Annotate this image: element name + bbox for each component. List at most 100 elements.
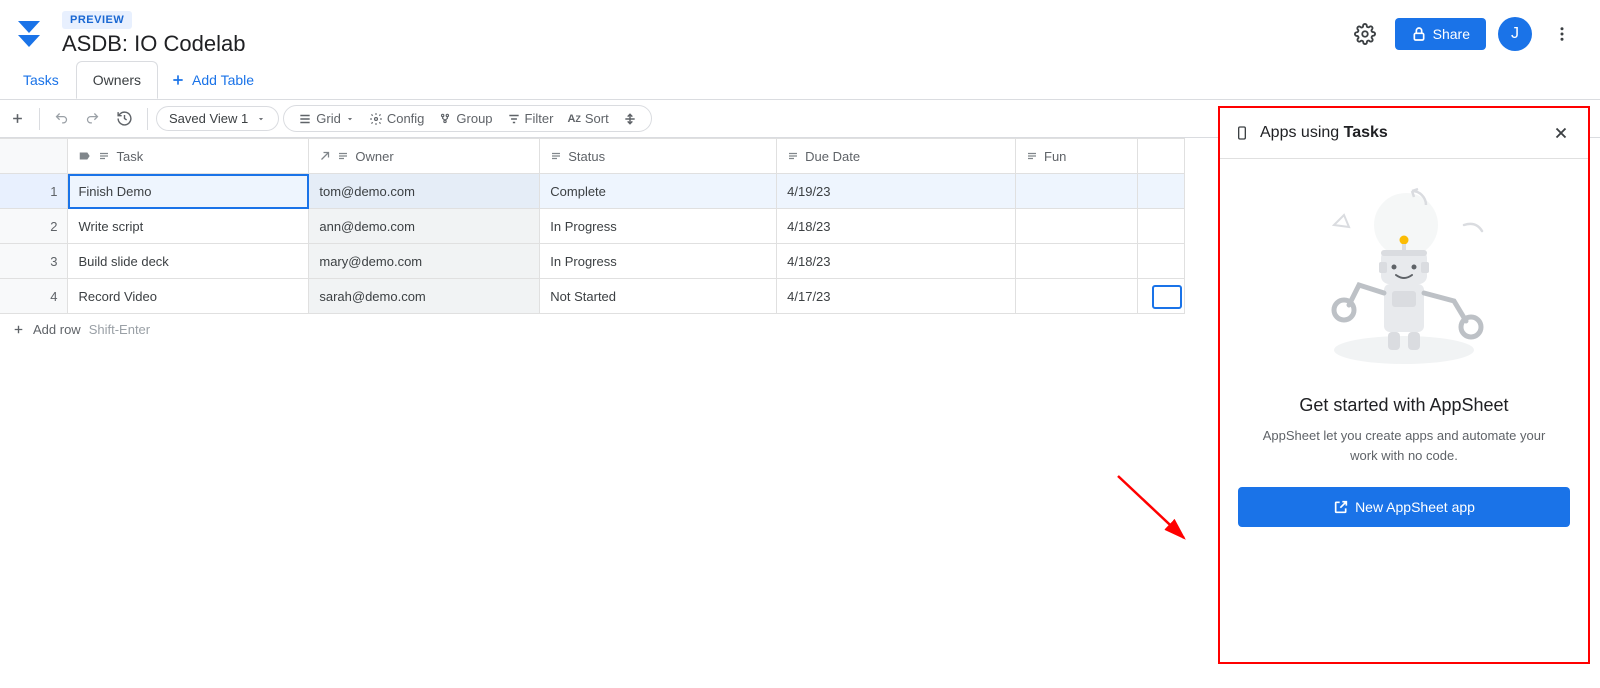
header-status[interactable]: Status	[540, 139, 777, 174]
list-icon	[298, 112, 312, 126]
new-appsheet-app-button[interactable]: New AppSheet app	[1238, 487, 1570, 527]
close-icon	[1552, 124, 1570, 142]
cell-fun[interactable]	[1016, 174, 1138, 209]
filter-icon	[507, 112, 521, 126]
cell-owner[interactable]: sarah@demo.com	[309, 279, 540, 314]
cell-extra[interactable]	[1137, 174, 1184, 209]
title-section: PREVIEW ASDB: IO Codelab	[62, 11, 1347, 57]
cell-status[interactable]: In Progress	[540, 244, 777, 279]
table-row[interactable]: 1 Finish Demo tom@demo.com Complete 4/19…	[0, 174, 1185, 209]
panel-title: Apps using Tasks	[1260, 124, 1538, 142]
gear-icon	[369, 112, 383, 126]
sort-az-icon: AZ	[567, 113, 580, 125]
plus-icon	[170, 72, 186, 88]
more-vert-icon	[1553, 25, 1571, 43]
app-header: PREVIEW ASDB: IO Codelab Share J	[0, 0, 1600, 60]
table-row[interactable]: 3 Build slide deck mary@demo.com In Prog…	[0, 244, 1185, 279]
panel-body: Get started with AppSheet AppSheet let y…	[1220, 159, 1588, 662]
text-icon	[337, 150, 349, 162]
apps-panel: Apps using Tasks	[1218, 106, 1590, 664]
close-panel-button[interactable]	[1548, 120, 1574, 146]
text-icon	[98, 150, 110, 162]
plus-icon	[12, 323, 25, 336]
share-button[interactable]: Share	[1395, 18, 1486, 50]
cell-status[interactable]: Not Started	[540, 279, 777, 314]
text-icon	[550, 150, 562, 162]
cell-fun[interactable]	[1016, 244, 1138, 279]
row-height-icon	[623, 112, 637, 126]
cell-task[interactable]: Write script	[68, 209, 309, 244]
tab-tasks[interactable]: Tasks	[6, 61, 76, 99]
annotation-arrow-icon	[1112, 470, 1202, 560]
header-actions: Share J	[1347, 16, 1580, 52]
row-number[interactable]: 2	[0, 209, 68, 244]
table-row[interactable]: 2 Write script ann@demo.com In Progress …	[0, 209, 1185, 244]
table-row[interactable]: 4 Record Video sarah@demo.com Not Starte…	[0, 279, 1185, 314]
add-table-button[interactable]: Add Table	[170, 72, 254, 88]
add-record-button[interactable]	[4, 107, 31, 130]
cell-extra[interactable]	[1137, 209, 1184, 244]
cell-owner[interactable]: ann@demo.com	[309, 209, 540, 244]
group-icon	[438, 112, 452, 126]
separator	[39, 108, 40, 130]
cell-task[interactable]: Build slide deck	[68, 244, 309, 279]
cell-duedate[interactable]: 4/19/23	[777, 174, 1016, 209]
row-number[interactable]: 1	[0, 174, 68, 209]
plus-icon	[10, 111, 25, 126]
robot-illustration-icon	[1304, 185, 1504, 375]
more-menu-button[interactable]	[1544, 16, 1580, 52]
history-icon	[116, 110, 133, 127]
header-task[interactable]: Task	[68, 139, 309, 174]
toolbar-view-options: Grid Config Group Filter AZSort	[283, 105, 651, 132]
ref-arrow-icon	[319, 150, 331, 162]
redo-icon	[85, 111, 100, 126]
header-row: Task Owner Status Due Date Fun	[0, 139, 1185, 174]
data-table: Task Owner Status Due Date Fun 1 Finish …	[0, 138, 1185, 314]
text-icon	[1026, 150, 1038, 162]
cell-fun[interactable]	[1016, 209, 1138, 244]
smartphone-icon	[1234, 125, 1250, 141]
header-add-column[interactable]	[1137, 139, 1184, 174]
config-button[interactable]: Config	[363, 108, 431, 129]
settings-button[interactable]	[1347, 16, 1383, 52]
share-label: Share	[1433, 26, 1470, 42]
search-column-input[interactable]	[1152, 285, 1182, 309]
preview-chip: PREVIEW	[62, 11, 132, 29]
chevron-down-icon	[345, 114, 355, 124]
saved-view-dropdown[interactable]: Saved View 1	[156, 106, 279, 131]
redo-button[interactable]	[79, 107, 106, 130]
cell-owner[interactable]: mary@demo.com	[309, 244, 540, 279]
separator	[147, 108, 148, 130]
header-duedate[interactable]: Due Date	[777, 139, 1016, 174]
cell-duedate[interactable]: 4/17/23	[777, 279, 1016, 314]
cell-task[interactable]: Record Video	[68, 279, 309, 314]
filter-button[interactable]: Filter	[501, 108, 560, 129]
row-number[interactable]: 3	[0, 244, 68, 279]
row-number[interactable]: 4	[0, 279, 68, 314]
cell-duedate[interactable]: 4/18/23	[777, 244, 1016, 279]
cell-status[interactable]: Complete	[540, 174, 777, 209]
panel-description: AppSheet let you create apps and automat…	[1238, 426, 1570, 465]
app-title[interactable]: ASDB: IO Codelab	[62, 31, 1347, 57]
cell-status[interactable]: In Progress	[540, 209, 777, 244]
header-rownum[interactable]	[0, 139, 68, 174]
panel-header: Apps using Tasks	[1220, 108, 1588, 159]
grid-dropdown[interactable]: Grid	[292, 108, 361, 129]
sort-button[interactable]: AZSort	[561, 108, 614, 129]
cell-fun[interactable]	[1016, 279, 1138, 314]
header-fun[interactable]: Fun	[1016, 139, 1138, 174]
user-avatar[interactable]: J	[1498, 17, 1532, 51]
lock-icon	[1411, 26, 1427, 42]
cell-extra[interactable]	[1137, 244, 1184, 279]
cell-owner[interactable]: tom@demo.com	[309, 174, 540, 209]
chevron-down-icon	[256, 114, 266, 124]
tab-owners[interactable]: Owners	[76, 61, 158, 99]
cell-duedate[interactable]: 4/18/23	[777, 209, 1016, 244]
header-owner[interactable]: Owner	[309, 139, 540, 174]
cell-task[interactable]: Finish Demo	[68, 174, 309, 209]
row-height-button[interactable]	[617, 109, 643, 129]
undo-button[interactable]	[48, 107, 75, 130]
history-button[interactable]	[110, 106, 139, 131]
group-button[interactable]: Group	[432, 108, 498, 129]
undo-icon	[54, 111, 69, 126]
